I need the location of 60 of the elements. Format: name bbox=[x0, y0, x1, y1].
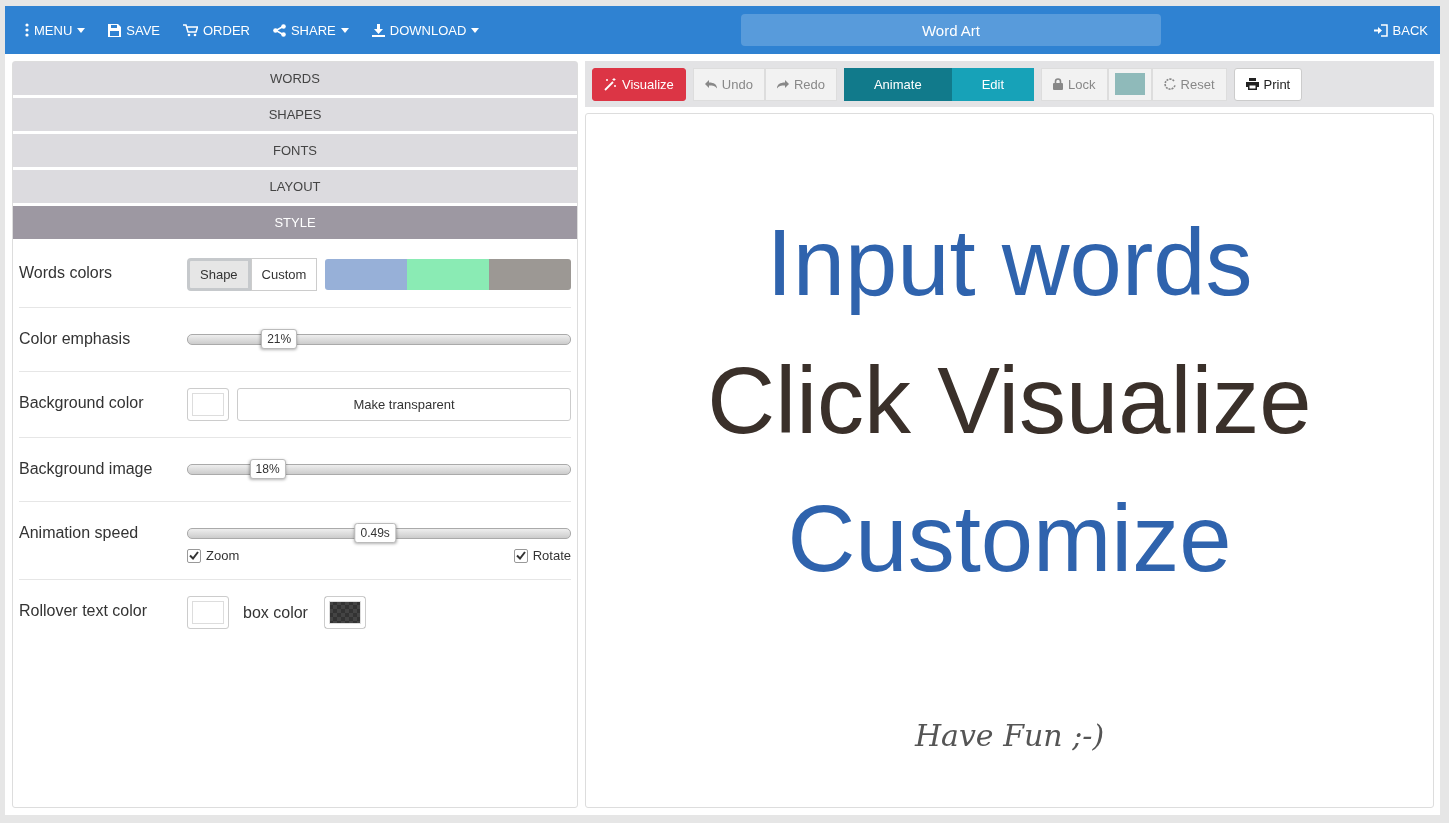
visualize-button[interactable]: Visualize bbox=[592, 67, 686, 101]
section-header[interactable]: SHAPES bbox=[13, 98, 577, 131]
color-swatch[interactable] bbox=[407, 259, 490, 290]
caret-icon bbox=[340, 27, 349, 33]
menu-button[interactable]: MENU bbox=[21, 18, 99, 42]
slider-handle[interactable]: 0.49s bbox=[354, 523, 396, 543]
menu-button[interactable]: DOWNLOAD bbox=[367, 18, 493, 42]
cart-icon bbox=[183, 23, 198, 37]
slider-track[interactable]: 21% bbox=[187, 328, 571, 350]
color-picker[interactable] bbox=[187, 388, 229, 421]
slider-handle[interactable]: 21% bbox=[261, 329, 298, 349]
magic-wand-icon bbox=[604, 77, 617, 91]
mode-tab[interactable]: Animate bbox=[843, 67, 952, 101]
color-picker[interactable] bbox=[323, 596, 366, 629]
color-swatch[interactable] bbox=[325, 259, 408, 290]
checkmark-icon bbox=[515, 551, 526, 560]
download-icon bbox=[371, 23, 385, 37]
section-header[interactable]: WORDS bbox=[13, 62, 577, 95]
setting-label: Background color bbox=[19, 393, 145, 412]
share-icon bbox=[272, 23, 286, 37]
section-header[interactable]: LAYOUT bbox=[13, 170, 577, 203]
undo-icon bbox=[704, 79, 717, 89]
color-picker[interactable] bbox=[187, 596, 229, 629]
color-swatch[interactable] bbox=[489, 259, 571, 290]
caret-icon bbox=[77, 27, 86, 33]
menu-button[interactable]: SHARE bbox=[268, 18, 362, 42]
back-button[interactable]: BACK bbox=[1369, 18, 1428, 42]
checkmark-icon bbox=[189, 551, 199, 560]
color-picker[interactable] bbox=[1107, 67, 1152, 101]
save-icon bbox=[108, 23, 122, 37]
slider-handle[interactable]: 18% bbox=[249, 459, 286, 479]
toggle-button[interactable]: Shape bbox=[187, 258, 251, 291]
slider-track[interactable]: 18% bbox=[187, 458, 571, 480]
setting-label: box color bbox=[243, 603, 308, 622]
setting-label: Words colors bbox=[19, 263, 114, 282]
lock-icon bbox=[1053, 78, 1064, 90]
document-title: Word Art bbox=[740, 14, 1161, 46]
word-art-text: Customize bbox=[787, 485, 1232, 593]
setting-label: Color emphasis bbox=[19, 329, 132, 348]
setting-label: Rollover text color bbox=[19, 601, 149, 620]
reset-icon bbox=[1163, 78, 1176, 90]
setting-label: Background image bbox=[19, 459, 154, 478]
menu-button[interactable]: SAVE bbox=[104, 18, 173, 42]
menu-button[interactable]: ORDER bbox=[179, 18, 263, 42]
word-art-text: Have Fun ;-) bbox=[914, 718, 1105, 753]
setting-label: Animation speed bbox=[19, 523, 140, 542]
word-art-text: Click Visualize bbox=[707, 347, 1312, 455]
make-transparent-button[interactable]: Make transparent bbox=[237, 388, 571, 421]
checkbox[interactable]: Rotate bbox=[513, 548, 571, 563]
redo-icon bbox=[776, 79, 789, 89]
menu-icon bbox=[25, 23, 29, 37]
slider-track[interactable]: 0.49s bbox=[187, 522, 571, 544]
printer-icon bbox=[1245, 78, 1259, 90]
toggle-button[interactable]: Custom bbox=[250, 258, 318, 291]
print-button[interactable]: Print bbox=[1233, 67, 1303, 101]
word-art-text: Input words bbox=[766, 209, 1253, 317]
checkbox[interactable]: Zoom bbox=[187, 548, 240, 563]
exit-icon bbox=[1373, 23, 1388, 37]
section-header[interactable]: FONTS bbox=[13, 134, 577, 167]
caret-icon bbox=[471, 27, 480, 33]
